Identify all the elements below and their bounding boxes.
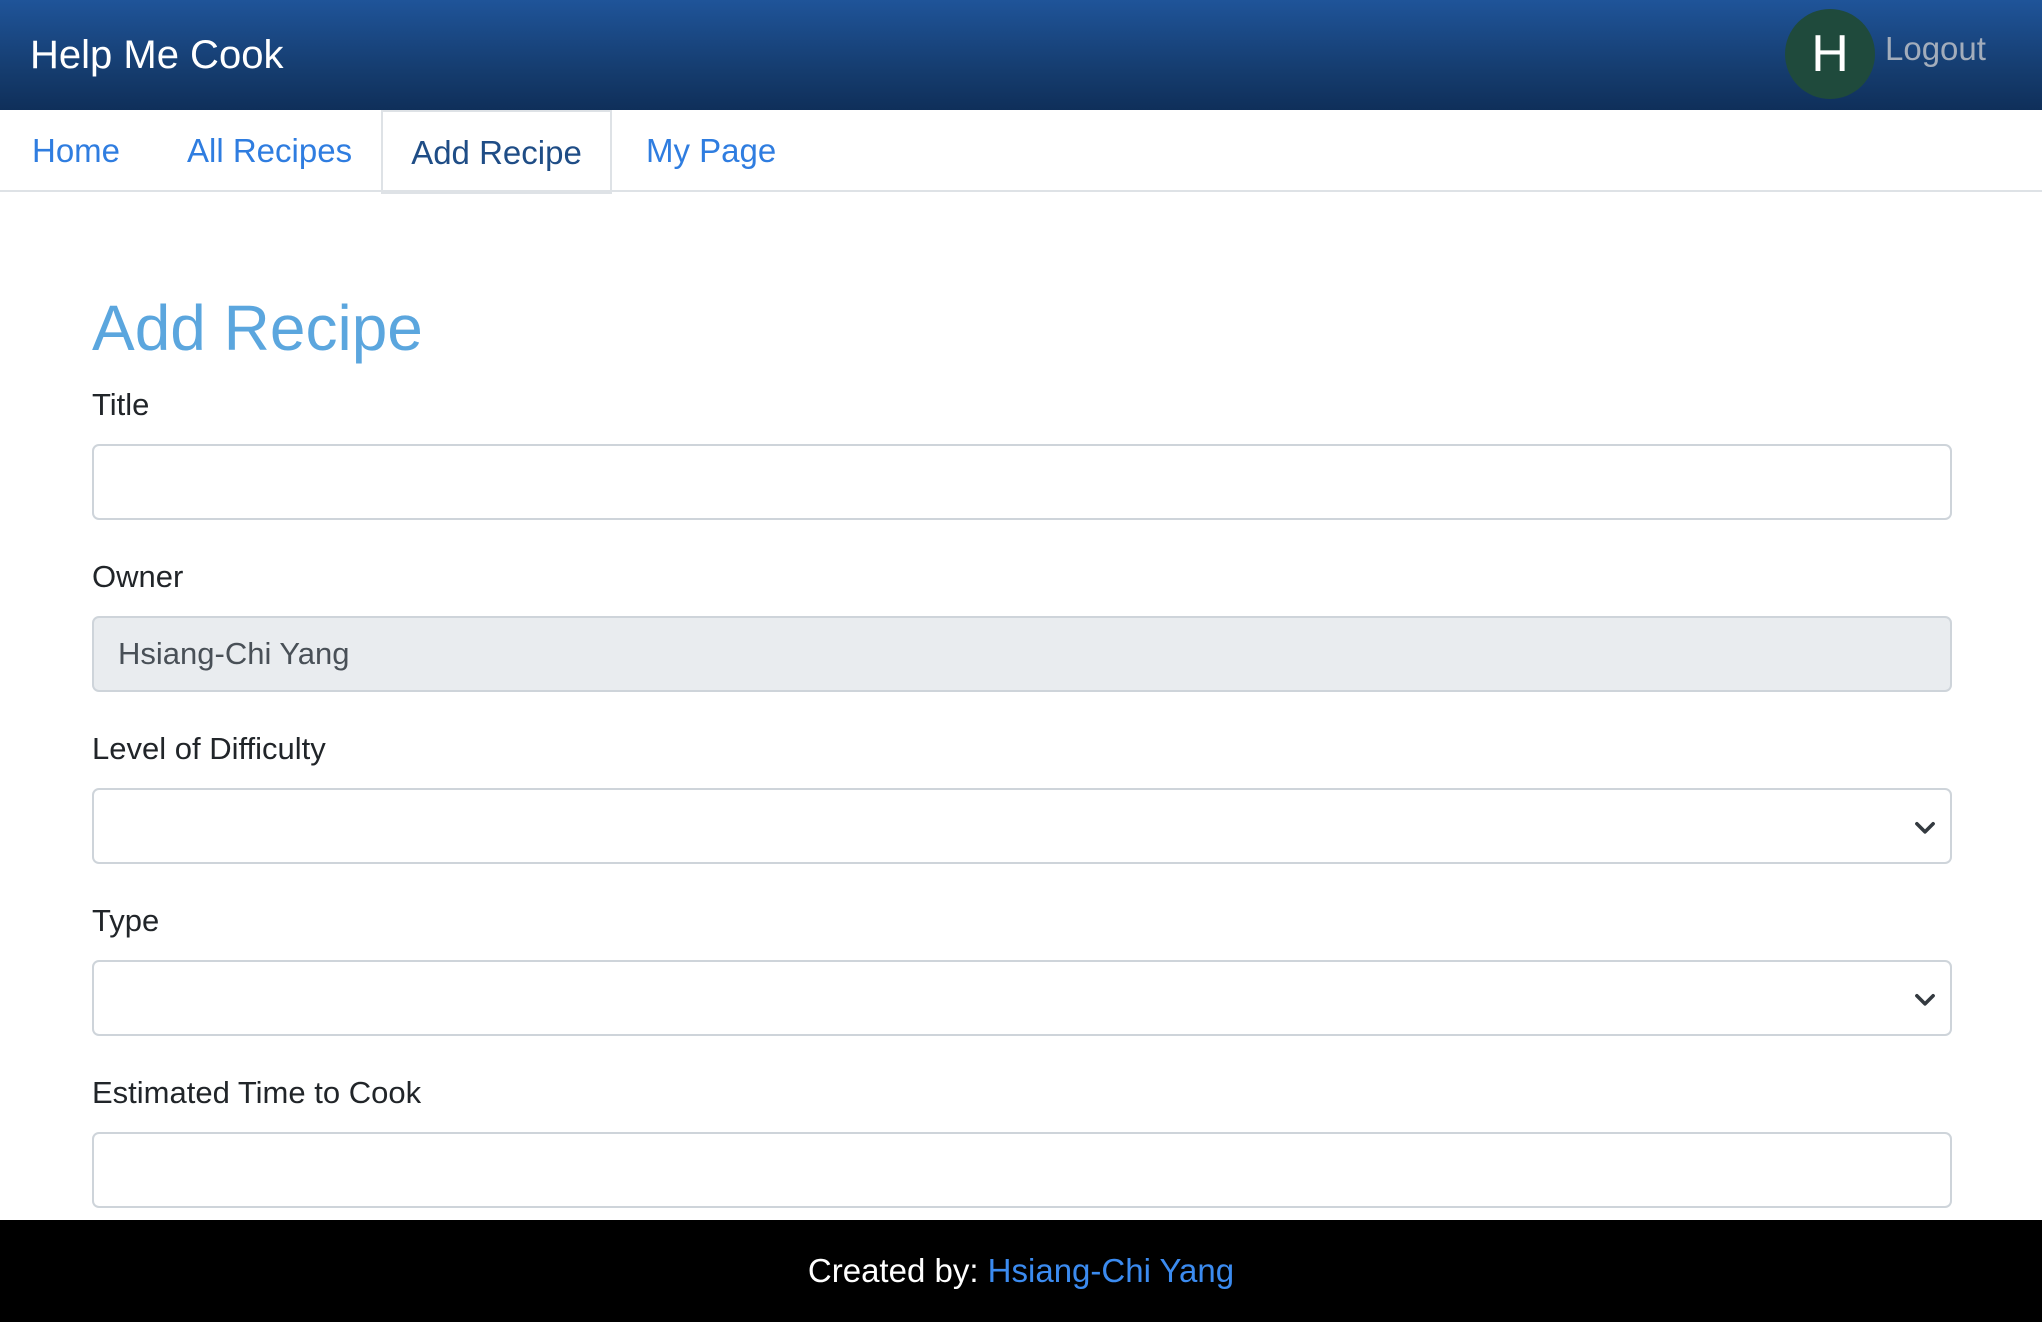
footer: Created by: Hsiang-Chi Yang bbox=[0, 1220, 2042, 1322]
tab-my-page[interactable]: My Page bbox=[646, 110, 776, 192]
top-navbar: Help Me Cook H Logout bbox=[0, 0, 2042, 110]
tab-all-recipes[interactable]: All Recipes bbox=[187, 110, 352, 192]
user-avatar[interactable]: H bbox=[1785, 9, 1875, 99]
footer-prefix: Created by: bbox=[807, 1252, 988, 1289]
time-label: Estimated Time to Cook bbox=[92, 1075, 422, 1110]
owner-field: Hsiang-Chi Yang bbox=[92, 616, 1952, 692]
chevron-down-icon bbox=[1915, 821, 1935, 834]
brand-title[interactable]: Help Me Cook bbox=[30, 30, 283, 80]
title-label: Title bbox=[92, 387, 150, 422]
chevron-down-icon bbox=[1915, 993, 1935, 1006]
type-select[interactable] bbox=[92, 960, 1952, 1036]
main-tabs: Home All Recipes Add Recipe My Page bbox=[0, 110, 2042, 194]
page-title: Add Recipe bbox=[92, 292, 423, 364]
owner-label: Owner bbox=[92, 559, 184, 594]
time-input[interactable] bbox=[92, 1132, 1952, 1208]
author-link[interactable]: Hsiang-Chi Yang bbox=[988, 1252, 1234, 1289]
logout-link[interactable]: Logout bbox=[1885, 27, 1986, 71]
difficulty-label: Level of Difficulty bbox=[92, 731, 326, 766]
tab-home[interactable]: Home bbox=[32, 110, 120, 192]
type-label: Type bbox=[92, 903, 160, 938]
tab-add-recipe[interactable]: Add Recipe bbox=[381, 110, 612, 194]
difficulty-select[interactable] bbox=[92, 788, 1952, 864]
title-input[interactable] bbox=[92, 444, 1952, 520]
